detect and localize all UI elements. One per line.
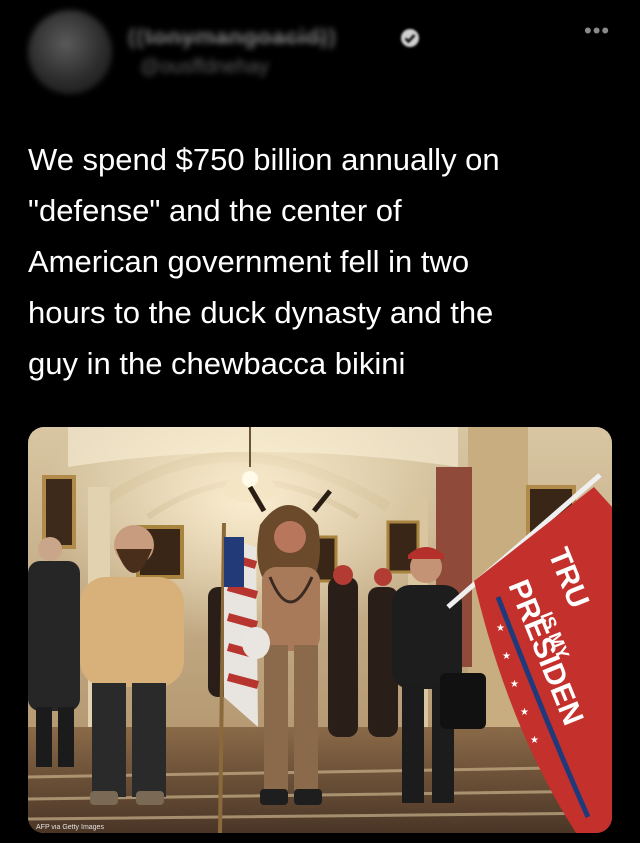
svg-text:★: ★: [530, 735, 539, 746]
svg-text:★: ★: [510, 679, 519, 690]
tweet-header: ((t̶o̶n̶y̶m̶a̶n̶g̶o̶a̶c̶i̶d̶)) @ousffdne…: [0, 0, 640, 110]
tweet-text: We spend $750 billion annually on "defen…: [28, 142, 500, 381]
svg-text:★: ★: [496, 623, 505, 634]
more-horizontal-icon[interactable]: •••: [584, 18, 610, 44]
photo-credit: AFP via Getty Images: [36, 824, 104, 831]
tweet-photo[interactable]: TRU IS MY PRESIDEN ★ ★ ★ ★ ★ AFP via Getty I…: [28, 427, 612, 833]
avatar[interactable]: [28, 10, 112, 94]
user-handle[interactable]: @ousffdnehay: [140, 56, 269, 79]
svg-text:★: ★: [520, 707, 529, 718]
svg-text:★: ★: [502, 651, 511, 662]
display-name[interactable]: ((t̶o̶n̶y̶m̶a̶n̶g̶o̶a̶c̶i̶d̶)): [128, 24, 337, 50]
capitol-photo: TRU IS MY PRESIDEN ★★★★★: [28, 427, 612, 833]
verified-badge-icon: [400, 28, 420, 48]
